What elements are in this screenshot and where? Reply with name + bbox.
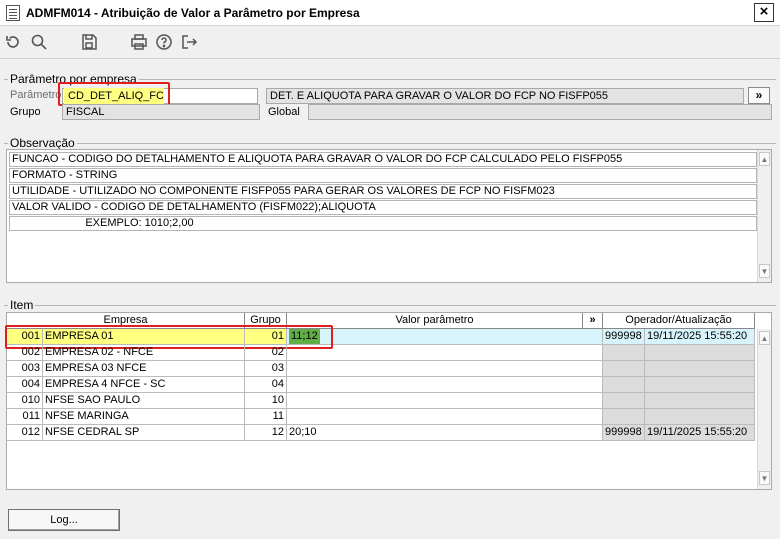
observacao-group-title: Observação [8,136,77,150]
print-icon[interactable] [130,33,148,51]
row-empresa: EMPRESA 03 NFCE [43,361,245,377]
grupo-label: Grupo [10,106,41,118]
search-icon[interactable] [30,33,48,51]
row-grupo: 12 [245,425,287,441]
row-code: 003 [7,361,43,377]
row-operador [603,345,645,361]
row-data [645,377,755,393]
row-operador [603,361,645,377]
row-grupo: 02 [245,345,287,361]
undo-icon[interactable] [4,33,22,51]
row-code: 012 [7,425,43,441]
parametro-description-field: DET. E ALIQUOTA PARA GRAVAR O VALOR DO F… [266,88,744,104]
row-code: 004 [7,377,43,393]
item-group-border [4,305,776,306]
row-operador: 999998 [603,425,645,441]
row-grupo: 04 [245,377,287,393]
observacao-scrollbar[interactable]: ▲ ▼ [757,150,771,282]
global-label: Global [268,106,300,118]
observacao-group-border [4,143,776,144]
row-grupo: 11 [245,409,287,425]
grupo-field: FISCAL [62,104,260,120]
observacao-line: FUNCAO - CODIGO DO DETALHAMENTO E ALIQUO… [9,152,757,167]
row-data: 19/11/2025 15:55:20 [645,329,755,345]
row-empresa: NFSE CEDRAL SP [43,425,245,441]
row-valor[interactable] [287,393,603,409]
column-more-button[interactable]: » [583,313,603,329]
observacao-line: VALOR VALIDO - CODIGO DE DETALHAMENTO (F… [9,200,757,215]
row-operador [603,377,645,393]
row-valor-cell[interactable]: 11;12 [287,329,603,345]
row-data [645,393,755,409]
row-valor[interactable] [287,361,603,377]
more-button[interactable]: » [748,87,770,104]
observacao-line: EXEMPLO: 1010;2,00 [9,216,757,231]
row-operador [603,409,645,425]
row-grupo: 10 [245,393,287,409]
row-operador: 999998 [603,329,645,345]
close-button[interactable]: × [754,3,774,22]
row-operador [603,393,645,409]
row-data: 19/11/2025 15:55:20 [645,425,755,441]
row-empresa: EMPRESA 02 - NFCE [43,345,245,361]
scroll-up-icon[interactable]: ▲ [759,152,770,166]
row-grupo: 03 [245,361,287,377]
log-button[interactable]: Log... [8,509,120,531]
row-valor[interactable] [287,345,603,361]
scroll-up-icon[interactable]: ▲ [759,331,770,345]
column-header-operador[interactable]: Operador/Atualização [603,313,755,329]
item-grid: Empresa Grupo Valor parâmetro » Operador… [5,312,772,490]
row-valor[interactable] [287,377,603,393]
item-grid-scrollbar[interactable]: ▲ ▼ [757,329,771,489]
item-group-title: Item [8,298,36,312]
window-title: ADMFM014 - Atribuição de Valor a Parâmet… [26,6,360,20]
observacao-line: FORMATO - STRING [9,168,757,183]
row-code: 011 [7,409,43,425]
row-empresa: NFSE MARINGA [43,409,245,425]
observacao-textarea[interactable]: FUNCAO - CODIGO DO DETALHAMENTO E ALIQUO… [6,149,772,283]
scroll-down-icon[interactable]: ▼ [759,264,770,278]
row-empresa: EMPRESA 4 NFCE - SC [43,377,245,393]
title-bar: ADMFM014 - Atribuição de Valor a Parâmet… [0,0,780,26]
global-field [308,104,772,120]
help-icon[interactable] [155,33,173,51]
row-empresa: NFSE SAO PAULO [43,393,245,409]
toolbar [0,27,780,59]
parametro-label: Parâmetro [10,89,62,101]
row-valor[interactable]: 20;10 [287,425,603,441]
row-data [645,345,755,361]
row-code: 010 [7,393,43,409]
document-icon [6,5,20,21]
row-data [645,361,755,377]
row-code: 002 [7,345,43,361]
row-valor[interactable] [287,409,603,425]
exit-icon[interactable] [180,33,198,51]
scroll-down-icon[interactable]: ▼ [759,471,770,485]
parametro-highlight [58,82,170,106]
save-icon[interactable] [80,33,98,51]
observacao-line: UTILIDADE - UTILIZADO NO COMPONENTE FISF… [9,184,757,199]
row-data [645,409,755,425]
